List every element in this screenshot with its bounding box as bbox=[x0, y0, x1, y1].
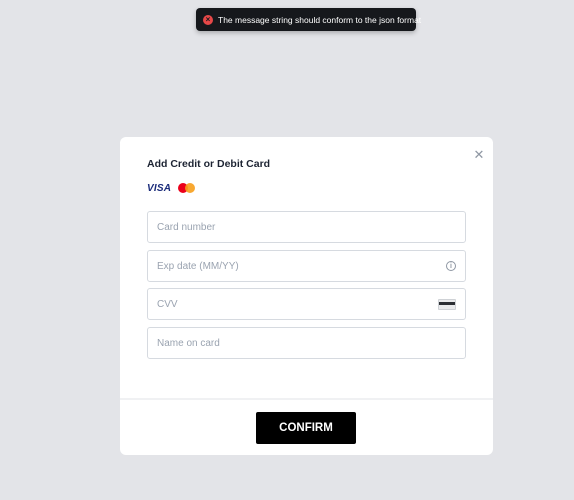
visa-icon: VISA bbox=[147, 182, 172, 194]
modal-title: Add Credit or Debit Card bbox=[147, 158, 271, 170]
error-icon: × bbox=[203, 14, 213, 25]
card-brands: VISA bbox=[147, 182, 196, 194]
info-icon[interactable]: i bbox=[446, 261, 456, 271]
cvv-field[interactable] bbox=[147, 288, 466, 320]
card-number-field[interactable] bbox=[147, 211, 466, 243]
cvv-input[interactable] bbox=[157, 298, 438, 310]
card-back-icon bbox=[438, 298, 456, 310]
error-toast: × The message string should conform to t… bbox=[196, 8, 421, 31]
toast-message: The message string should conform to the… bbox=[218, 14, 422, 25]
exp-date-input[interactable] bbox=[157, 260, 446, 272]
mastercard-icon bbox=[178, 182, 196, 194]
add-card-modal: ✕ Add Credit or Debit Card VISA i CONFIR… bbox=[120, 137, 493, 455]
name-on-card-input[interactable] bbox=[157, 337, 456, 349]
name-on-card-field[interactable] bbox=[147, 327, 466, 359]
footer-divider bbox=[120, 398, 493, 400]
close-icon[interactable]: ✕ bbox=[473, 148, 485, 161]
card-number-input[interactable] bbox=[157, 221, 456, 233]
exp-date-field[interactable]: i bbox=[147, 250, 466, 282]
confirm-button[interactable]: CONFIRM bbox=[256, 412, 356, 444]
